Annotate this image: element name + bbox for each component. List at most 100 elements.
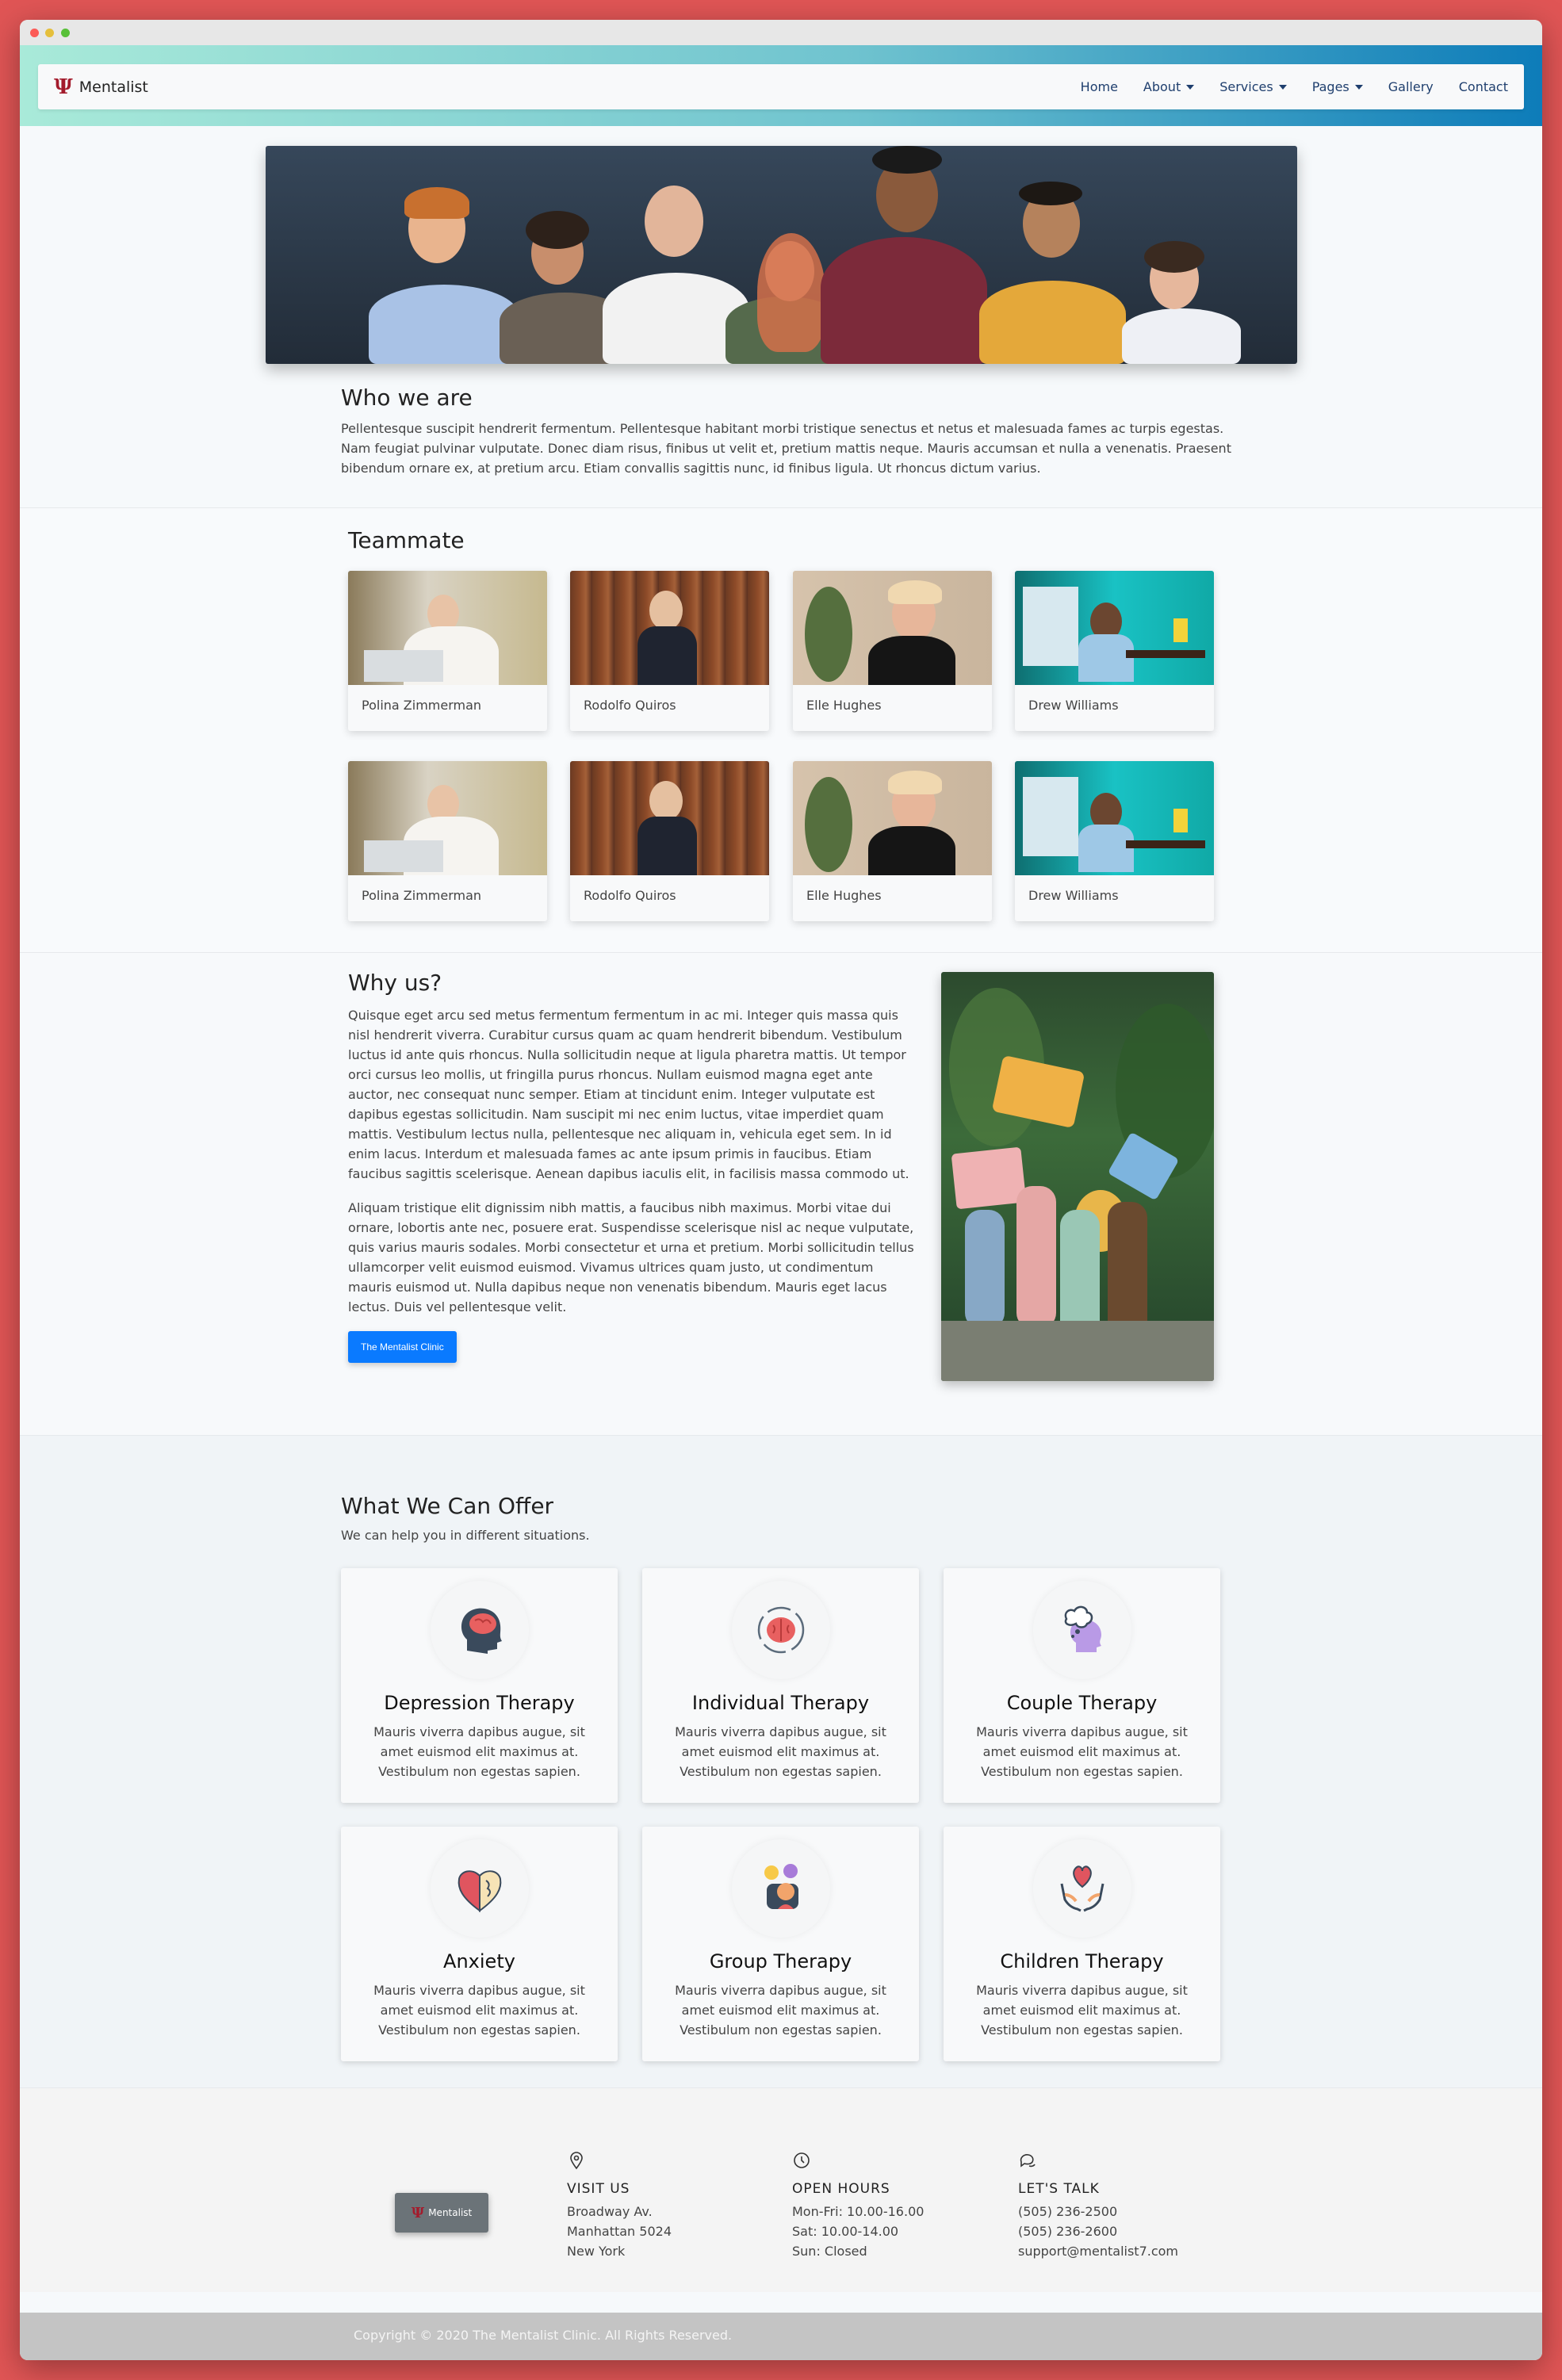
service-card[interactable]: Anxiety Mauris viverra dapibus augue, si… [341,1827,618,2061]
group-faces-icon [731,1839,830,1938]
header-band: Ψ Mentalist Home About Services Pages Ga… [20,45,1542,126]
team-member-name: Rodolfo Quiros [584,698,676,713]
nav-label: Gallery [1388,79,1434,94]
navbar: Ψ Mentalist Home About Services Pages Ga… [38,64,1524,109]
service-title: Depression Therapy [384,1692,575,1714]
service-text: Mauris viverra dapibus augue, sit amet e… [976,1983,1188,2038]
maximize-window-button[interactable] [61,29,70,37]
nav-home[interactable]: Home [1081,79,1118,94]
team-member-photo [793,571,992,685]
service-card[interactable]: Group Therapy Mauris viverra dapibus aug… [642,1827,919,2061]
service-text: Mauris viverra dapibus augue, sit amet e… [373,1983,585,2038]
team-card[interactable]: Drew Williams [1015,571,1214,731]
why-us-title: Why us? [348,970,442,996]
window-titlebar [20,20,1542,45]
why-us-photo [941,972,1214,1381]
team-card[interactable]: Elle Hughes [793,761,992,921]
services-title: What We Can Offer [341,1493,554,1519]
team-member-photo [348,571,547,685]
who-we-are-text: Pellentesque suscipit hendrerit fermentu… [341,421,1231,476]
hero-team-photo [266,146,1297,364]
nav-label: Contact [1458,79,1508,94]
footer-talk-title: LET'S TALK [1018,2181,1100,2197]
brand-logo[interactable]: Ψ Mentalist [54,75,148,99]
team-title: Teammate [348,527,465,553]
service-text: Mauris viverra dapibus augue, sit amet e… [976,1724,1188,1779]
why-us-paragraph: Aliquam tristique elit dignissim nibh ma… [348,1200,914,1314]
footer-logo[interactable]: Ψ Mentalist [395,2193,488,2233]
footer-phone[interactable]: (505) 236-2600 [1018,2221,1178,2241]
location-pin-icon [570,2152,583,2170]
nav-label: Home [1080,79,1118,94]
services-subtitle: We can help you in different situations. [341,1528,590,1543]
nav-about[interactable]: About [1143,79,1195,94]
caret-down-icon [1278,84,1287,90]
footer-visit-line: Broadway Av. [567,2204,653,2219]
service-text: Mauris viverra dapibus augue, sit amet e… [373,1724,585,1779]
team-member-name: Elle Hughes [806,888,882,903]
chat-bubbles-icon [1020,2154,1036,2168]
team-card[interactable]: Polina Zimmerman [348,761,547,921]
hands-heart-icon [1032,1839,1131,1938]
footer-visit-line: Manhattan 5024 [567,2224,672,2239]
caret-down-icon [1354,84,1363,90]
team-member-photo [793,761,992,875]
team-member-photo [348,761,547,875]
team-member-name: Polina Zimmerman [362,698,482,713]
clock-icon [794,2152,810,2168]
nav-services[interactable]: Services [1219,79,1287,94]
caret-down-icon [1186,84,1195,90]
nav-label: Services [1219,79,1273,94]
why-us-content: Why us? Quisque eget arcu sed metus ferm… [348,970,919,1363]
clinic-button[interactable]: The Mentalist Clinic [348,1331,457,1363]
footer-hours: OPEN HOURS Mon-Fri: 10.00-16.00 Sat: 10.… [792,2151,924,2261]
footer-phone[interactable]: (505) 236-2500 [1018,2202,1178,2221]
service-title: Couple Therapy [1006,1692,1158,1714]
nav-contact[interactable]: Contact [1459,79,1508,94]
service-card[interactable]: Individual Therapy Mauris viverra dapibu… [642,1568,919,1803]
brand-name: Mentalist [78,78,148,96]
copyright-bar: Copyright © 2020 The Mentalist Clinic. A… [20,2313,1542,2360]
team-card[interactable]: Elle Hughes [793,571,992,731]
team-member-name: Rodolfo Quiros [584,888,676,903]
thinking-head-icon [1032,1581,1131,1679]
service-title: Children Therapy [1000,1950,1164,1972]
brain-cycle-icon [731,1581,830,1679]
browser-window: Ψ Mentalist Home About Services Pages Ga… [20,20,1542,2360]
team-member-photo [570,761,769,875]
team-card[interactable]: Polina Zimmerman [348,571,547,731]
psi-logo-icon: Ψ [54,75,73,99]
footer-visit: VISIT US Broadway Av. Manhattan 5024 New… [567,2151,672,2261]
team-member-name: Drew Williams [1028,698,1119,713]
service-text: Mauris viverra dapibus augue, sit amet e… [675,1983,886,2038]
nav-menu: Home About Services Pages Gallery Contac… [1081,79,1508,94]
nav-gallery[interactable]: Gallery [1388,79,1434,94]
service-card[interactable]: Children Therapy Mauris viverra dapibus … [944,1827,1220,2061]
footer-logo-text: Mentalist [428,2207,473,2218]
team-member-photo [1015,571,1214,685]
team-member-name: Drew Williams [1028,888,1119,903]
footer-hours-line: Mon-Fri: 10.00-16.00 [792,2204,925,2219]
service-card[interactable]: Depression Therapy Mauris viverra dapibu… [341,1568,618,1803]
nav-pages[interactable]: Pages [1312,79,1363,94]
close-window-button[interactable] [30,29,39,37]
who-we-are-title: Who we are [341,385,473,411]
service-card[interactable]: Couple Therapy Mauris viverra dapibus au… [944,1568,1220,1803]
team-card[interactable]: Drew Williams [1015,761,1214,921]
team-card[interactable]: Rodolfo Quiros [570,571,769,731]
heart-brain-icon [430,1839,529,1938]
footer-talk: LET'S TALK (505) 236-2500 (505) 236-2600… [1018,2151,1178,2261]
who-we-are-section: Who we are Pellentesque suscipit hendrer… [341,385,1237,478]
team-member-name: Polina Zimmerman [362,888,482,903]
nav-label: Pages [1311,79,1350,94]
team-member-name: Elle Hughes [806,698,882,713]
team-section [20,508,1542,952]
footer [20,2088,1542,2292]
footer-hours-line: Sat: 10.00-14.00 [792,2224,899,2239]
footer-hours-line: Sun: Closed [792,2244,867,2259]
copyright-text: Copyright © 2020 The Mentalist Clinic. A… [354,2328,733,2343]
team-card[interactable]: Rodolfo Quiros [570,761,769,921]
minimize-window-button[interactable] [45,29,54,37]
footer-visit-title: VISIT US [567,2181,630,2197]
footer-email[interactable]: support@mentalist7.com [1018,2241,1178,2261]
